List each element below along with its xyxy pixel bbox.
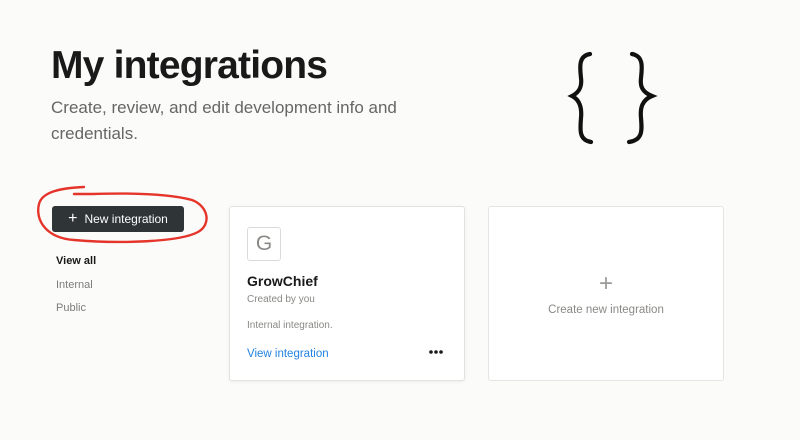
create-new-integration-card[interactable]: + Create new integration	[488, 206, 724, 381]
filter-internal[interactable]: Internal	[56, 277, 96, 301]
page-subtitle: Create, review, and edit development inf…	[51, 98, 397, 143]
filter-public[interactable]: Public	[56, 300, 96, 324]
integration-card[interactable]: G GrowChief Created by you Internal inte…	[229, 206, 465, 381]
integration-creator: Created by you	[247, 294, 315, 305]
plus-icon: +	[598, 269, 613, 297]
integration-filter-list: View all Internal Public	[56, 253, 96, 324]
filter-view-all[interactable]: View all	[56, 253, 96, 277]
integration-type: Internal integration.	[247, 320, 333, 331]
new-integration-label: New integration	[84, 212, 168, 226]
new-integration-button[interactable]: + New integration	[52, 206, 184, 232]
plus-icon: +	[68, 209, 78, 227]
view-integration-link[interactable]: View integration	[247, 348, 329, 360]
more-horizontal-icon[interactable]	[426, 343, 446, 361]
create-new-integration-label: Create new integration	[548, 303, 664, 316]
curly-braces-illustration	[567, 51, 658, 145]
integration-name: GrowChief	[247, 273, 318, 289]
page-title: My integrations	[51, 44, 328, 87]
integration-avatar: G	[247, 227, 281, 261]
